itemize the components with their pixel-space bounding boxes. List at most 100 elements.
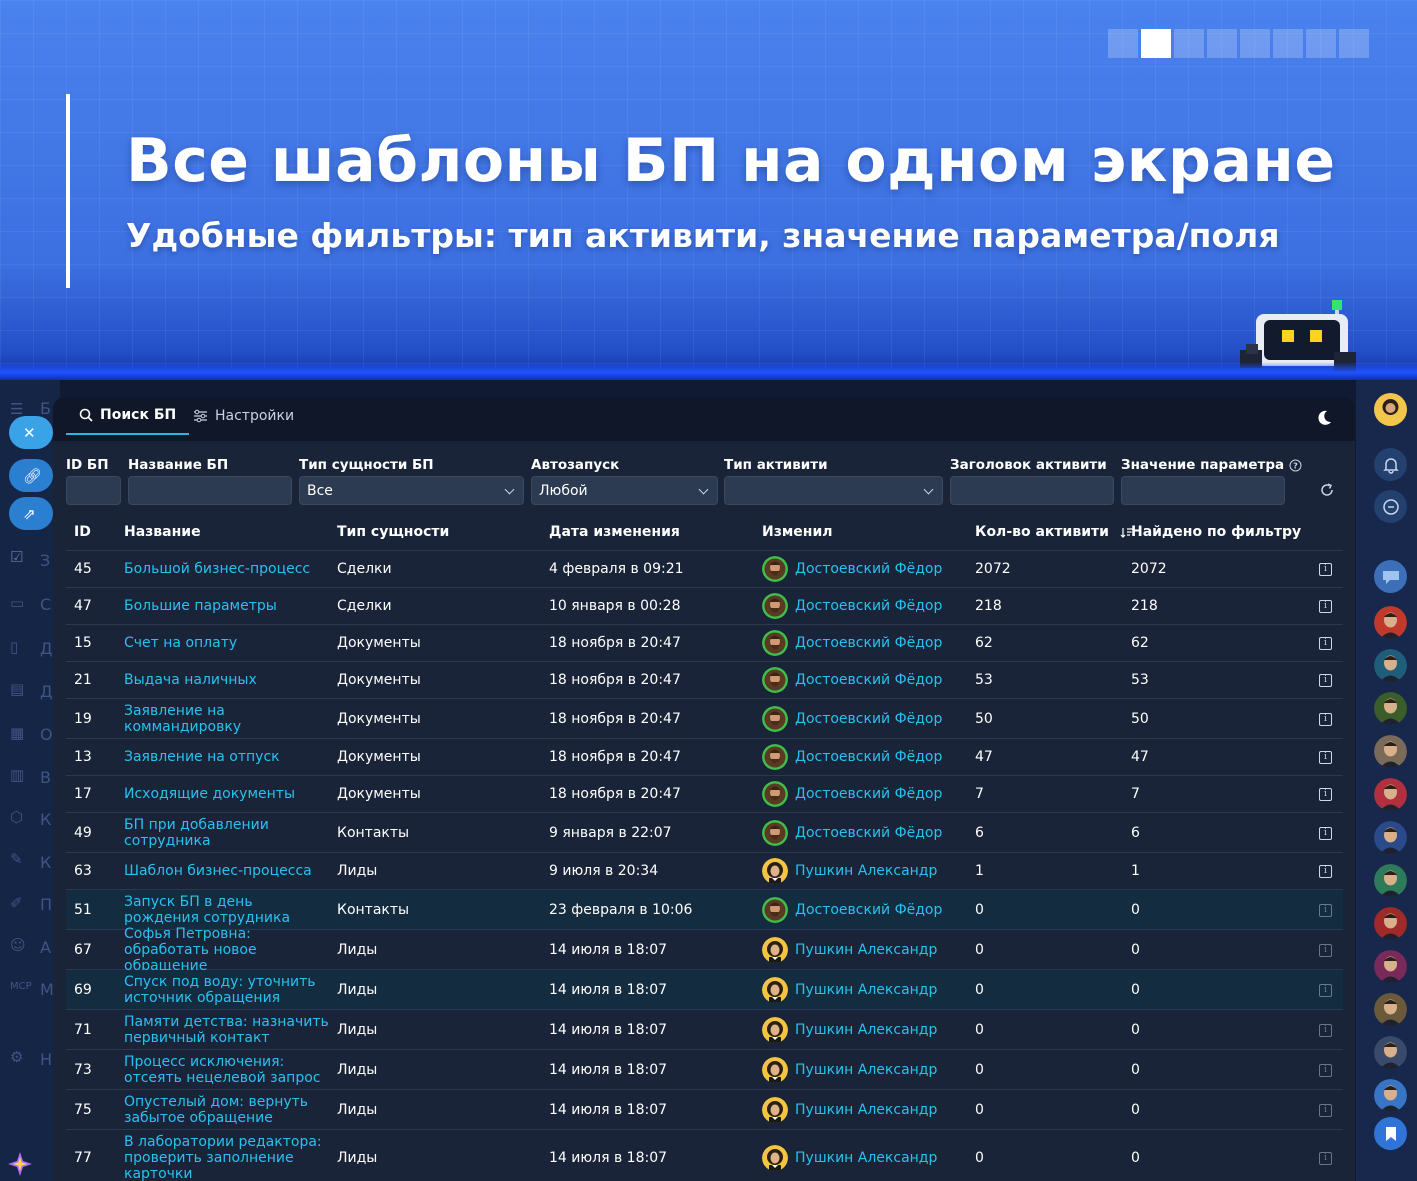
- bp-name-link[interactable]: Счет на оплату: [124, 625, 329, 661]
- copy-link-button[interactable]: 🔗︎: [9, 459, 53, 492]
- column-header-date[interactable]: Дата изменения: [549, 513, 680, 551]
- search-chat-icon[interactable]: [1374, 490, 1407, 523]
- presentation-icon[interactable]: ▤: [10, 680, 30, 698]
- bp-name-link[interactable]: Памяти детства: назначить первичный конт…: [124, 1010, 329, 1049]
- info-icon[interactable]: i: [1319, 943, 1332, 957]
- table-row[interactable]: 75 Опустелый дом: вернуть забытое обращен…: [66, 1090, 1343, 1130]
- team-member-avatar[interactable]: [1374, 950, 1407, 983]
- author-link[interactable]: Достоевский Фёдор: [762, 699, 942, 738]
- author-link[interactable]: Достоевский Фёдор: [762, 739, 942, 775]
- column-header-name[interactable]: Название: [124, 513, 201, 551]
- team-member-avatar[interactable]: [1374, 993, 1407, 1026]
- team-member-avatar[interactable]: [1374, 821, 1407, 854]
- info-icon[interactable]: i: [1319, 826, 1332, 840]
- filter-activity-title-input[interactable]: [950, 476, 1114, 505]
- mcp-icon[interactable]: MCP: [10, 978, 32, 996]
- bp-name-link[interactable]: Опустелый дом: вернуть забытое обращение: [124, 1090, 329, 1129]
- table-row[interactable]: 67 Софья Петровна: обработать новое обращ…: [66, 926, 1343, 974]
- bookmark-icon[interactable]: [1374, 1117, 1407, 1150]
- bp-name-link[interactable]: Большие параметры: [124, 588, 329, 624]
- info-icon[interactable]: i: [1319, 1103, 1332, 1117]
- pager-dot[interactable]: [1207, 29, 1237, 58]
- author-link[interactable]: Достоевский Фёдор: [762, 588, 942, 624]
- current-user-avatar[interactable]: [1374, 393, 1407, 426]
- checkbox-icon[interactable]: ☑: [10, 548, 30, 566]
- author-link[interactable]: Достоевский Фёдор: [762, 890, 942, 929]
- pen-icon[interactable]: ✐: [10, 894, 30, 912]
- info-icon[interactable]: i: [1319, 637, 1332, 650]
- author-link[interactable]: Пушкин Александр: [762, 970, 937, 1009]
- info-icon[interactable]: i: [1319, 1151, 1332, 1165]
- bp-name-link[interactable]: Спуск под воду: уточнить источник обраще…: [124, 970, 329, 1009]
- team-member-avatar[interactable]: [1374, 1036, 1407, 1069]
- author-link[interactable]: Достоевский Фёдор: [762, 813, 942, 852]
- column-header-id[interactable]: ID: [74, 513, 91, 551]
- team-member-avatar[interactable]: [1374, 864, 1407, 897]
- chat-bubble-icon[interactable]: [1374, 560, 1407, 593]
- pager-dot[interactable]: [1339, 29, 1369, 58]
- open-new-window-button[interactable]: ⇗: [9, 497, 53, 530]
- bp-name-link[interactable]: Исходящие документы: [124, 776, 329, 812]
- briefcase-icon[interactable]: ▭: [10, 594, 30, 612]
- refresh-icon[interactable]: [1319, 482, 1335, 498]
- pager-dot[interactable]: [1273, 29, 1303, 58]
- author-link[interactable]: Пушкин Александр: [762, 1090, 937, 1129]
- document-icon[interactable]: ▯: [10, 638, 30, 656]
- info-icon[interactable]: i: [1319, 903, 1332, 917]
- bp-name-link[interactable]: Большой бизнес-процесс: [124, 551, 329, 587]
- bp-name-link[interactable]: Софья Петровна: обработать новое обращен…: [124, 926, 329, 974]
- column-header-found[interactable]: Найдено по фильтру: [1131, 513, 1301, 551]
- table-row[interactable]: 19 Заявление на коммандировку Документы 18 …: [66, 699, 1343, 739]
- help-icon[interactable]: ?: [1289, 459, 1302, 472]
- robot-icon[interactable]: ☺: [10, 936, 30, 954]
- team-member-avatar[interactable]: [1374, 606, 1407, 639]
- edit-document-icon[interactable]: ✎: [10, 850, 30, 868]
- table-row[interactable]: 17 Исходящие документы Документы 18 ноября …: [66, 776, 1343, 813]
- bp-name-link[interactable]: Заявление на отпуск: [124, 739, 329, 775]
- table-row[interactable]: 77 В лаборатории редактора: проверить зап…: [66, 1130, 1343, 1181]
- info-icon[interactable]: i: [1319, 674, 1332, 687]
- author-link[interactable]: Пушкин Александр: [762, 1050, 937, 1089]
- pager-dot[interactable]: [1141, 29, 1171, 58]
- table-row[interactable]: 47 Большие параметры Сделки 10 января в 00:…: [66, 588, 1343, 625]
- tab-settings[interactable]: Настройки: [193, 397, 294, 435]
- table-row[interactable]: 69 Спуск под воду: уточнить источник обра…: [66, 970, 1343, 1010]
- notifications-icon[interactable]: [1374, 448, 1407, 481]
- info-icon[interactable]: i: [1319, 1063, 1332, 1077]
- pager-dot[interactable]: [1174, 29, 1204, 58]
- author-link[interactable]: Достоевский Фёдор: [762, 551, 942, 587]
- pager-dot[interactable]: [1108, 29, 1138, 58]
- bar-chart-icon[interactable]: ▥: [10, 766, 30, 784]
- column-header-author[interactable]: Изменил: [762, 513, 833, 551]
- info-icon[interactable]: i: [1319, 983, 1332, 997]
- ai-assistant-icon[interactable]: [6, 1150, 34, 1178]
- author-link[interactable]: Достоевский Фёдор: [762, 662, 942, 698]
- filter-autostart-select[interactable]: Любой: [531, 476, 718, 505]
- info-icon[interactable]: i: [1319, 563, 1332, 576]
- close-button[interactable]: ✕: [9, 416, 53, 449]
- filter-entity-type-select[interactable]: Все: [299, 476, 524, 505]
- team-member-avatar[interactable]: [1374, 649, 1407, 682]
- bp-name-link[interactable]: Запуск БП в день рождения сотрудника: [124, 890, 329, 929]
- info-icon[interactable]: i: [1319, 788, 1332, 801]
- info-icon[interactable]: i: [1319, 1023, 1332, 1037]
- table-row[interactable]: 15 Счет на оплату Документы 18 ноября в 20:…: [66, 625, 1343, 662]
- table-row[interactable]: 63 Шаблон бизнес-процесса Лиды 9 июля в 20:…: [66, 853, 1343, 890]
- team-member-avatar[interactable]: [1374, 778, 1407, 811]
- author-link[interactable]: Пушкин Александр: [762, 853, 937, 889]
- info-icon[interactable]: i: [1319, 600, 1332, 613]
- team-member-avatar[interactable]: [1374, 735, 1407, 768]
- info-icon[interactable]: i: [1319, 712, 1332, 726]
- info-icon[interactable]: i: [1319, 865, 1332, 878]
- bp-name-link[interactable]: Выдача наличных: [124, 662, 329, 698]
- bp-name-link[interactable]: В лаборатории редактора: проверить запол…: [124, 1130, 329, 1181]
- bp-name-link[interactable]: Заявление на коммандировку: [124, 699, 329, 738]
- table-row[interactable]: 45 Большой бизнес-процесс Сделки 4 февраля …: [66, 551, 1343, 588]
- filter-activity-type-select[interactable]: [724, 476, 943, 505]
- team-member-avatar[interactable]: [1374, 907, 1407, 940]
- hexagon-icon[interactable]: ⬡: [10, 808, 30, 826]
- bp-name-link[interactable]: Процесс исключения: отсеять нецелевой за…: [124, 1050, 329, 1089]
- filter-id-input[interactable]: [66, 476, 121, 505]
- table-row[interactable]: 51 Запуск БП в день рождения сотрудника Ко…: [66, 890, 1343, 930]
- table-row[interactable]: 21 Выдача наличных Документы 18 ноября в 20…: [66, 662, 1343, 699]
